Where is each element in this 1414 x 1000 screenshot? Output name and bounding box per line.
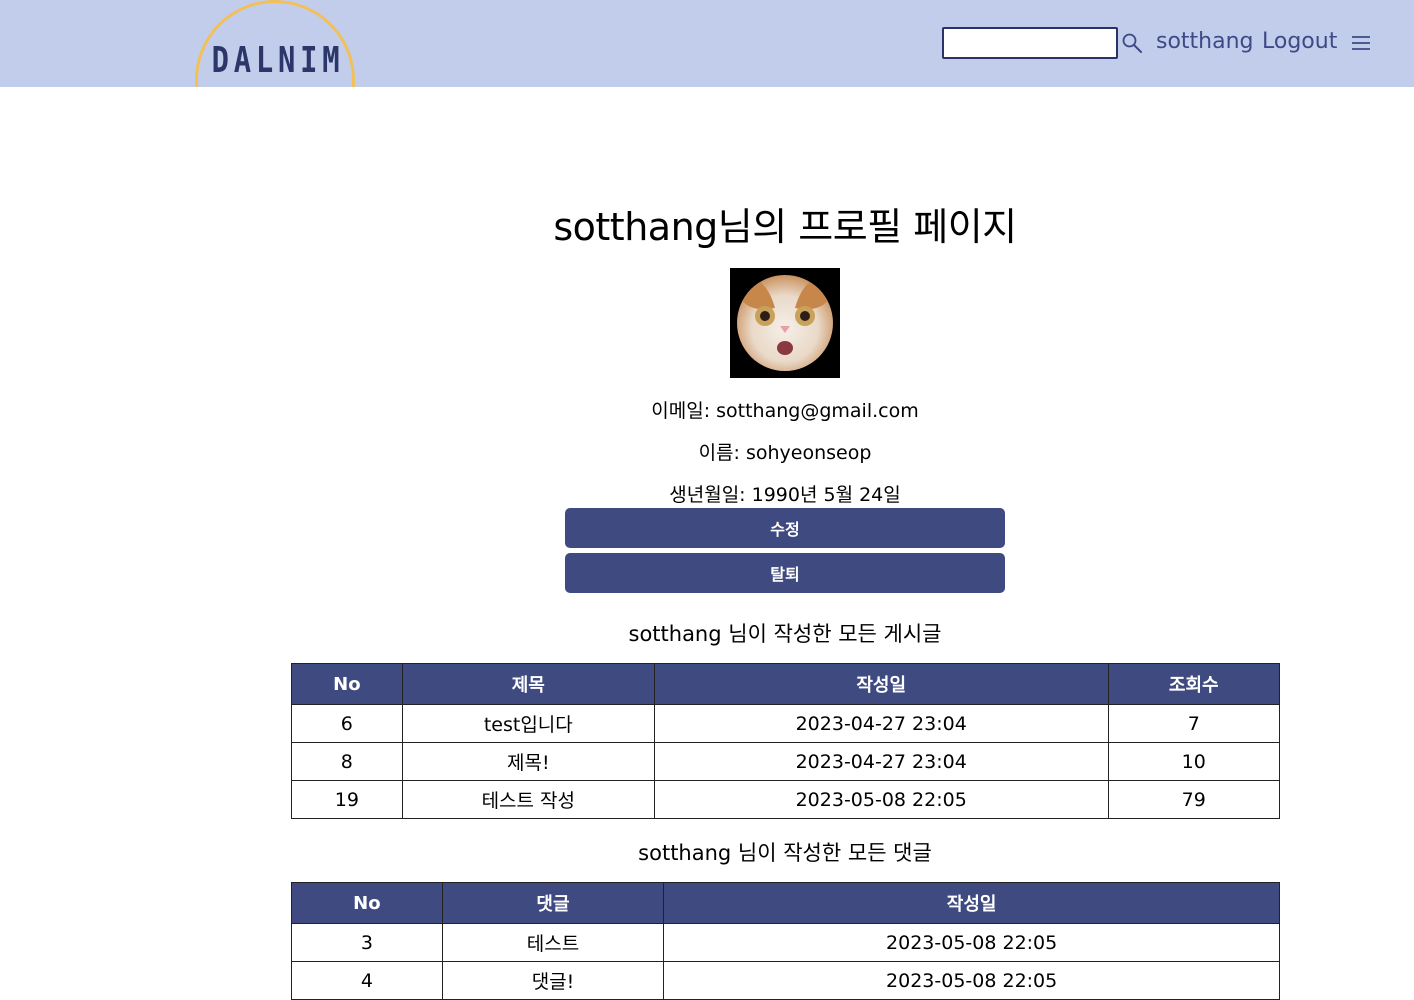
profile-avatar	[730, 268, 840, 378]
post-date: 2023-04-27 23:04	[653, 742, 1109, 781]
profile-link[interactable]: sotthang	[1156, 27, 1254, 57]
post-date: 2023-05-08 22:05	[653, 780, 1109, 819]
post-views: 79	[1107, 780, 1280, 819]
post-views: 7	[1107, 704, 1280, 743]
post-no: 19	[291, 780, 403, 819]
table-row[interactable]: 19 테스트 작성 2023-05-08 22:05 79	[291, 780, 1280, 819]
table-row[interactable]: 6 test입니다 2023-04-27 23:04 7	[291, 704, 1280, 743]
comments-section-title: sotthang 님이 작성한 모든 댓글	[638, 841, 932, 865]
posts-table: No 제목 작성일 조회수 6 test입니다 2023-04-27 23:04…	[291, 663, 1280, 819]
comments-col-comment: 댓글	[441, 882, 665, 924]
avatar-image	[737, 275, 833, 371]
post-views: 10	[1107, 742, 1280, 781]
comment-text-link[interactable]: 테스트	[441, 923, 665, 962]
comment-text-link[interactable]: 댓글!	[441, 961, 665, 1000]
comment-no: 3	[291, 923, 443, 962]
post-title-link[interactable]: test입니다	[401, 704, 655, 743]
post-no: 8	[291, 742, 403, 781]
logout-link[interactable]: Logout	[1262, 27, 1337, 57]
edit-profile-button[interactable]: 수정	[565, 508, 1005, 548]
top-header: DALNIM sotthang Logout	[0, 0, 1414, 87]
comments-header-row: No 댓글 작성일	[291, 882, 1280, 924]
hamburger-menu-icon[interactable]	[1350, 32, 1372, 54]
comment-date: 2023-05-08 22:05	[663, 923, 1280, 962]
posts-col-title: 제목	[401, 663, 655, 705]
comments-col-date: 작성일	[663, 882, 1280, 924]
comments-table: No 댓글 작성일 3 테스트 2023-05-08 22:05 4 댓글! 2…	[291, 882, 1280, 1000]
post-title-link[interactable]: 테스트 작성	[401, 780, 655, 819]
posts-header-row: No 제목 작성일 조회수	[291, 663, 1280, 705]
posts-section-title: sotthang 님이 작성한 모든 게시글	[628, 622, 942, 646]
post-date: 2023-04-27 23:04	[653, 704, 1109, 743]
table-row[interactable]: 4 댓글! 2023-05-08 22:05	[291, 961, 1280, 1000]
post-no: 6	[291, 704, 403, 743]
comment-no: 4	[291, 961, 443, 1000]
birthdate-line: 생년월일: 1990년 5월 24일	[669, 484, 901, 506]
posts-col-date: 작성일	[653, 663, 1109, 705]
search-icon[interactable]	[1121, 32, 1143, 54]
post-title-link[interactable]: 제목!	[401, 742, 655, 781]
page-title: sotthang님의 프로필 페이지	[553, 205, 1017, 249]
logo-text: DALNIM	[211, 40, 345, 81]
site-logo[interactable]: DALNIM	[195, 0, 361, 87]
table-row[interactable]: 8 제목! 2023-04-27 23:04 10	[291, 742, 1280, 781]
name-line: 이름: sohyeonseop	[698, 442, 872, 464]
withdraw-button[interactable]: 탈퇴	[565, 553, 1005, 593]
posts-col-views: 조회수	[1107, 663, 1280, 705]
table-row[interactable]: 3 테스트 2023-05-08 22:05	[291, 923, 1280, 962]
email-line: 이메일: sotthang@gmail.com	[651, 400, 919, 422]
comments-col-no: No	[291, 882, 443, 924]
comment-date: 2023-05-08 22:05	[663, 961, 1280, 1000]
search-input[interactable]	[942, 27, 1118, 59]
posts-col-no: No	[291, 663, 403, 705]
